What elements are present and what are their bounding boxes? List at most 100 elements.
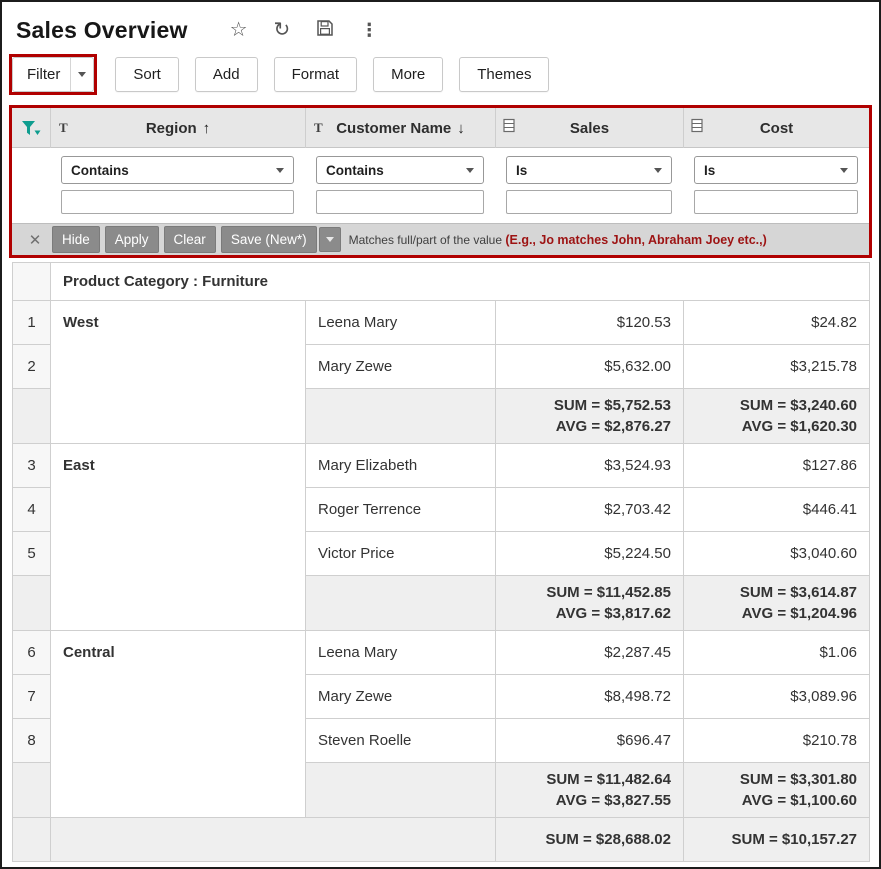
customer-cell[interactable]: Victor Price xyxy=(306,532,496,576)
sales-cell[interactable]: $3,524.93 xyxy=(496,444,684,488)
sales-filter-input[interactable] xyxy=(506,190,672,214)
text-column-icon: T xyxy=(59,120,68,136)
customer-cell[interactable]: Roger Terrence xyxy=(306,488,496,532)
filter-input-row xyxy=(12,187,869,223)
more-menu-icon[interactable]: ⋮ xyxy=(360,21,378,39)
cost-cell[interactable]: $3,040.60 xyxy=(684,532,870,576)
sales-cell[interactable]: $5,224.50 xyxy=(496,532,684,576)
row-number-cell xyxy=(13,818,51,862)
subtotal-spacer-cell xyxy=(306,576,496,631)
sales-operator-select[interactable]: Is xyxy=(506,156,672,184)
selected-operator: Contains xyxy=(326,163,384,178)
customer-cell[interactable]: Mary Elizabeth xyxy=(306,444,496,488)
refresh-icon[interactable]: ↻ xyxy=(274,20,291,40)
filter-panel-annotation: T Region ↑ T Customer Name ↓ Sales xyxy=(9,105,872,258)
spacer xyxy=(12,190,50,214)
region-filter-input[interactable] xyxy=(61,190,294,214)
format-button[interactable]: Format xyxy=(274,57,358,92)
save-new-button[interactable]: Save (New*) xyxy=(221,226,317,253)
row-number-cell xyxy=(13,576,51,631)
region-cell[interactable]: East xyxy=(51,444,306,631)
customer-cell[interactable]: Mary Zewe xyxy=(306,675,496,719)
sales-cell[interactable]: $8,498.72 xyxy=(496,675,684,719)
region-operator-select[interactable]: Contains xyxy=(61,156,294,184)
sales-cell[interactable]: $2,287.45 xyxy=(496,631,684,675)
clear-button[interactable]: Clear xyxy=(164,226,216,253)
filter-button[interactable]: Filter xyxy=(12,57,94,92)
save-dropdown-button[interactable] xyxy=(319,227,341,252)
toolbar: Filter Sort Add Format More Themes xyxy=(2,52,879,103)
sales-cell[interactable]: $696.47 xyxy=(496,719,684,763)
filter-dropdown-arrow[interactable] xyxy=(70,58,93,91)
sales-cell[interactable]: $2,703.42 xyxy=(496,488,684,532)
themes-button[interactable]: Themes xyxy=(459,57,549,92)
column-header-region[interactable]: T Region ↑ xyxy=(50,108,305,148)
cost-cell[interactable]: $3,215.78 xyxy=(684,345,870,389)
customer-cell[interactable]: Leena Mary xyxy=(306,301,496,345)
table-row: 3EastMary Elizabeth$3,524.93$127.86 xyxy=(13,444,870,488)
column-header-customer-name[interactable]: T Customer Name ↓ xyxy=(305,108,495,148)
star-icon[interactable]: ☆ xyxy=(230,20,248,40)
customer-operator-select[interactable]: Contains xyxy=(316,156,484,184)
spacer xyxy=(12,156,50,184)
cost-cell[interactable]: $1.06 xyxy=(684,631,870,675)
customer-filter-input[interactable] xyxy=(316,190,484,214)
close-icon[interactable]: ✕ xyxy=(18,231,52,249)
customer-cell[interactable]: Mary Zewe xyxy=(306,345,496,389)
save-icon[interactable] xyxy=(316,19,334,41)
sales-cell[interactable]: $5,632.00 xyxy=(496,345,684,389)
cost-grand-total-cell: SUM = $10,157.27 xyxy=(684,818,870,862)
column-header-cost[interactable]: Cost xyxy=(683,108,869,148)
cost-operator-select[interactable]: Is xyxy=(694,156,858,184)
row-number-cell xyxy=(13,389,51,444)
cost-cell[interactable]: $127.86 xyxy=(684,444,870,488)
customer-cell[interactable]: Leena Mary xyxy=(306,631,496,675)
table-row: 6CentralLeena Mary$2,287.45$1.06 xyxy=(13,631,870,675)
horizontal-scrollbar[interactable]: ‹ xyxy=(12,862,879,869)
row-number-cell[interactable]: 4 xyxy=(13,488,51,532)
column-header-row: T Region ↑ T Customer Name ↓ Sales xyxy=(12,108,869,148)
column-header-sales[interactable]: Sales xyxy=(495,108,683,148)
filter-panel: T Region ↑ T Customer Name ↓ Sales xyxy=(12,108,869,255)
more-button[interactable]: More xyxy=(373,57,443,92)
cost-cell[interactable]: $446.41 xyxy=(684,488,870,532)
region-cell[interactable]: West xyxy=(51,301,306,444)
group-header: Product Category : Furniture xyxy=(51,263,870,301)
hide-button[interactable]: Hide xyxy=(52,226,100,253)
add-button[interactable]: Add xyxy=(195,57,258,92)
chevron-down-icon xyxy=(78,72,86,77)
sales-subtotal-cell: SUM = $5,752.53AVG = $2,876.27 xyxy=(496,389,684,444)
row-number-cell[interactable]: 6 xyxy=(13,631,51,675)
column-label: Region xyxy=(146,120,197,137)
sort-button[interactable]: Sort xyxy=(115,57,179,92)
page-title: Sales Overview xyxy=(16,17,188,44)
cost-cell[interactable]: $24.82 xyxy=(684,301,870,345)
region-cell[interactable]: Central xyxy=(51,631,306,818)
chevron-down-icon xyxy=(466,168,474,173)
cost-subtotal-cell: SUM = $3,240.60AVG = $1,620.30 xyxy=(684,389,870,444)
sort-desc-icon[interactable]: ↓ xyxy=(457,120,465,137)
selected-operator: Contains xyxy=(71,163,129,178)
column-label: Cost xyxy=(760,120,793,137)
row-number-cell[interactable]: 7 xyxy=(13,675,51,719)
customer-cell[interactable]: Steven Roelle xyxy=(306,719,496,763)
apply-button[interactable]: Apply xyxy=(105,226,159,253)
row-number-cell[interactable]: 1 xyxy=(13,301,51,345)
cost-cell[interactable]: $3,089.96 xyxy=(684,675,870,719)
row-number-cell[interactable]: 5 xyxy=(13,532,51,576)
numeric-column-icon xyxy=(691,119,703,138)
row-number-cell[interactable]: 3 xyxy=(13,444,51,488)
subtotal-spacer-cell xyxy=(306,389,496,444)
sales-cell[interactable]: $120.53 xyxy=(496,301,684,345)
cost-cell[interactable]: $210.78 xyxy=(684,719,870,763)
subtotal-spacer-cell xyxy=(306,763,496,818)
sort-asc-icon[interactable]: ↑ xyxy=(203,120,211,137)
column-label: Customer Name xyxy=(336,120,451,137)
row-number-cell[interactable]: 2 xyxy=(13,345,51,389)
scroll-left-icon[interactable]: ‹ xyxy=(58,865,64,869)
cost-filter-input[interactable] xyxy=(694,190,858,214)
table-row: 1WestLeena Mary$120.53$24.82 xyxy=(13,301,870,345)
filter-corner-cell[interactable] xyxy=(12,108,50,148)
chevron-down-icon xyxy=(654,168,662,173)
row-number-cell[interactable]: 8 xyxy=(13,719,51,763)
